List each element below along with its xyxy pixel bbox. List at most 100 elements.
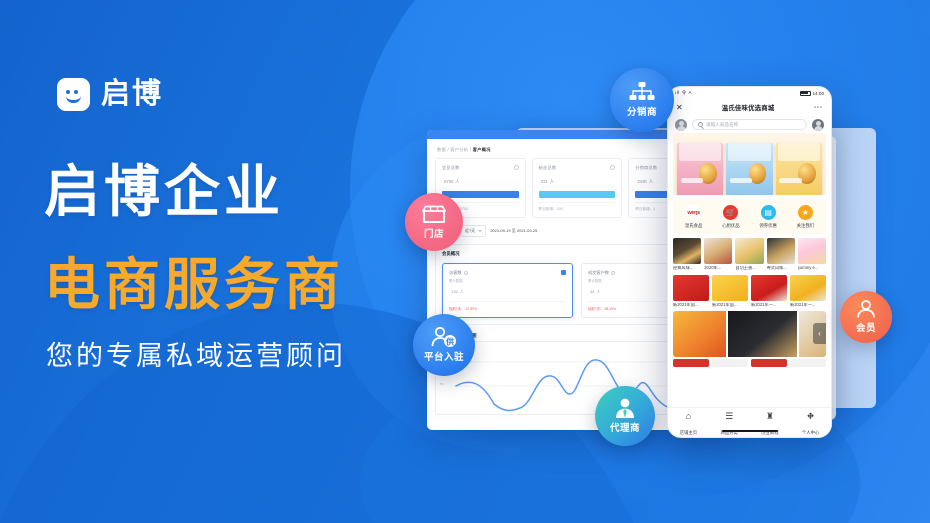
product-box-pink: [677, 143, 724, 195]
battery-time-group: 14:00: [799, 90, 824, 96]
star-icon: ★: [797, 205, 813, 220]
product-item[interactable]: 新2021年一...: [790, 274, 826, 308]
metric-unit: 人: [596, 289, 601, 294]
avatar[interactable]: [812, 118, 824, 131]
phone-nav-bar: ✕ 温氏佳味优选商城 ⋯: [668, 99, 831, 116]
help-icon[interactable]: [463, 270, 468, 275]
tab-shop-home[interactable]: ⌂ 店铺主页: [668, 412, 709, 437]
tab-categories[interactable]: ☰ 商品分类: [709, 412, 750, 437]
search-placeholder: 请输入商品名称: [706, 121, 739, 127]
metric-card-visitors[interactable]: 访客数 累计数据 136 人 较前7天：-37.89%: [442, 263, 573, 318]
strip-item[interactable]: [673, 359, 709, 368]
metric-subtitle: 累计数据: [449, 279, 463, 283]
badge-agent[interactable]: 代理商: [595, 386, 655, 446]
product-title: 2020年...: [704, 266, 722, 270]
badge-label: 门店: [423, 228, 444, 240]
category-item-coupon[interactable]: ▤ 领券优惠: [750, 205, 787, 229]
tab-label: 店铺主页: [679, 430, 698, 435]
badge-member[interactable]: 会员: [840, 291, 892, 343]
product-item[interactable]: 新2021年国...: [712, 274, 748, 308]
time-range-select[interactable]: 近7天: [459, 225, 487, 237]
product-thumbnail: [673, 238, 702, 264]
wens-brand-icon: weŋs: [686, 205, 702, 220]
strip-item[interactable]: [790, 359, 826, 368]
shopping-cart-icon: 🛒: [723, 205, 739, 220]
metric-change-text: 较前7天：-37.89%: [449, 307, 478, 311]
product-title: 新2021年国...: [673, 302, 699, 307]
product-item[interactable]: 新2021年国...: [673, 274, 709, 308]
person-icon: [857, 300, 875, 318]
avatar[interactable]: [675, 118, 687, 131]
phone-bottom-tab-bar: ⌂ 店铺主页 ☰ 商品分类 ♜ 创业教程 ⛖ 个人中心: [668, 407, 831, 437]
stat-card: 粉丝总数 331 人 昨日新增：290: [531, 158, 623, 218]
promo-banner[interactable]: [673, 133, 826, 195]
help-icon[interactable]: [513, 165, 519, 170]
battery-icon: [799, 90, 811, 96]
breadcrumb-sep-2: /: [469, 147, 472, 152]
product-item[interactable]: 经典风味...: [673, 238, 702, 271]
product-item[interactable]: 新2021年一...: [751, 274, 787, 308]
product-item[interactable]: yummy e...: [797, 238, 827, 271]
metric-change-text: 较前7天：-58.19%: [588, 307, 617, 311]
category-item-wens-food[interactable]: weŋs 温氏食品: [675, 205, 712, 229]
phone-search-row: 请输入商品名称: [668, 116, 831, 133]
metric-footnote: 较前7天：-37.89%: [449, 301, 566, 311]
category-item-premium[interactable]: 🛒 心厨优品: [712, 205, 749, 229]
stat-value: 8760 人: [442, 174, 519, 186]
stat-bar: [538, 191, 616, 198]
category-item-follow[interactable]: ★ 关注我们: [787, 205, 824, 229]
product-item[interactable]: 自切土香...: [735, 238, 764, 271]
carousel-prev-icon[interactable]: ‹: [813, 323, 826, 345]
stat-number: 8760: [444, 179, 454, 184]
carousel-slide: [673, 311, 727, 358]
org-chart-icon: [629, 82, 655, 100]
metric-number: 136: [451, 289, 458, 294]
close-icon[interactable]: ✕: [676, 103, 683, 112]
stat-title: 会员总数: [442, 165, 460, 170]
phone-status-bar: ıll 令 A 14:00: [668, 87, 831, 99]
product-item[interactable]: 2020年...: [704, 238, 733, 271]
search-input[interactable]: 请输入商品名称: [692, 119, 807, 130]
tab-label: 个人中心: [801, 430, 820, 435]
product-title: 粤式风味...: [766, 266, 787, 270]
search-icon: [698, 122, 703, 127]
stat-footnote: 昨日新增：290: [538, 202, 616, 212]
book-icon: ♜: [765, 411, 774, 421]
stat-title: 粉丝总数: [538, 165, 557, 170]
breadcrumb-level-1[interactable]: 数据: [437, 147, 446, 152]
metric-title: 访客数: [449, 270, 566, 276]
badge-label: 会员: [855, 323, 876, 334]
stat-number: 2436: [637, 179, 647, 184]
tab-profile[interactable]: ⛖ 个人中心: [790, 411, 831, 437]
breadcrumb-level-2[interactable]: 客户分析: [450, 147, 468, 152]
strip-item[interactable]: [751, 359, 787, 368]
person-tie-icon: [616, 398, 634, 418]
category-label: 领券优惠: [759, 223, 777, 228]
person-icon: ⛖: [807, 411, 815, 421]
product-grid-row-2: 新2021年国... 新2021年国... 新2021年一... 新2021年一…: [673, 274, 826, 308]
stat-value: 331 人: [539, 174, 616, 186]
checkbox-checked-icon[interactable]: [561, 270, 566, 275]
strip-item[interactable]: [712, 359, 748, 368]
badge-store[interactable]: 门店: [405, 193, 463, 251]
category-label: 关注我们: [796, 223, 815, 228]
stat-bar: [442, 191, 519, 198]
brand-logo[interactable]: 启博: [57, 78, 163, 111]
product-item[interactable]: 粤式风味...: [766, 238, 795, 271]
product-title: yummy e...: [797, 266, 819, 270]
storefront-icon: [422, 205, 446, 223]
badge-distributor[interactable]: 分销商: [610, 68, 674, 132]
metric-number: 44: [590, 289, 595, 294]
featured-carousel[interactable]: ‹: [673, 311, 826, 358]
date-range-text[interactable]: 2021-09-19 至 2021-09-25: [490, 228, 537, 234]
badge-label: 代理商: [609, 423, 640, 434]
help-icon[interactable]: [610, 270, 615, 275]
product-box-yellow: [775, 143, 822, 195]
stat-unit: 人: [549, 179, 555, 184]
product-thumbnail: [704, 238, 733, 264]
metric-title-text: 访客数: [449, 270, 462, 275]
tab-tutorials[interactable]: ♜ 创业教程: [750, 411, 791, 437]
badge-platform-entry[interactable]: 供 平台入驻: [413, 314, 475, 376]
more-dots-icon[interactable]: ⋯: [814, 103, 824, 111]
page-title: 温氏佳味优选商城: [721, 105, 775, 112]
